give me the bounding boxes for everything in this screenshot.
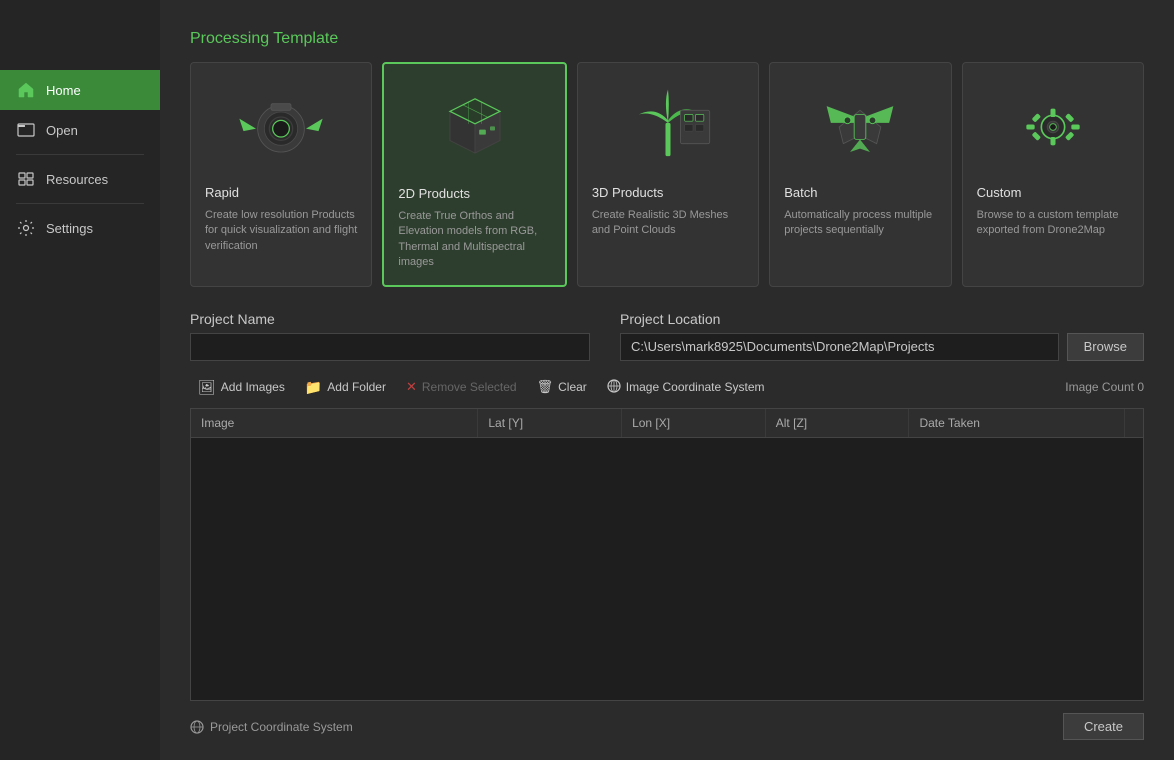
- project-name-group: Project Name: [190, 311, 590, 361]
- table-header: Image Lat [Y] Lon [X] Alt [Z] Date Taken: [191, 409, 1143, 438]
- rapid-icon-area: [205, 77, 357, 177]
- 3d-card-title: 3D Products: [592, 185, 744, 200]
- sidebar: Home Open Resources: [0, 0, 160, 760]
- project-coordinate-label: Project Coordinate System: [210, 720, 353, 734]
- browse-button[interactable]: Browse: [1067, 333, 1144, 361]
- sidebar-divider: [16, 154, 144, 155]
- processing-template-title: Processing Template: [190, 30, 1144, 48]
- clear-button[interactable]: 🗑 Clear: [529, 375, 595, 399]
- add-images-icon: 🖼: [198, 379, 216, 396]
- globe-icon: [607, 379, 621, 396]
- sidebar-item-settings-label: Settings: [46, 221, 93, 236]
- main-content: Processing Template: [160, 0, 1174, 760]
- add-folder-icon: 📁: [305, 379, 322, 396]
- coordinate-system-label: Image Coordinate System: [626, 380, 765, 394]
- image-count-value: 0: [1137, 380, 1144, 394]
- project-location-input[interactable]: [620, 333, 1059, 361]
- template-card-3d[interactable]: 3D Products Create Realistic 3D Meshes a…: [577, 62, 759, 287]
- project-location-label: Project Location: [620, 311, 1144, 327]
- 2d-card-title: 2D Products: [398, 186, 550, 201]
- processing-template-section: Processing Template: [190, 30, 1144, 311]
- column-date: Date Taken: [909, 409, 1125, 437]
- project-coordinate-system[interactable]: Project Coordinate System: [190, 720, 353, 734]
- column-lon: Lon [X]: [622, 409, 766, 437]
- rapid-card-title: Rapid: [205, 185, 357, 200]
- sidebar-item-open-label: Open: [46, 123, 78, 138]
- rapid-card-desc: Create low resolution Products for quick…: [205, 208, 357, 254]
- image-count: Image Count 0: [1065, 380, 1144, 394]
- footer: Project Coordinate System Create: [190, 713, 1144, 740]
- remove-icon: ✕: [406, 379, 417, 395]
- image-table: Image Lat [Y] Lon [X] Alt [Z] Date Taken: [190, 408, 1144, 701]
- column-lat: Lat [Y]: [478, 409, 622, 437]
- project-name-label: Project Name: [190, 311, 590, 327]
- settings-icon: [16, 218, 36, 238]
- batch-icon-area: [784, 77, 936, 177]
- add-images-button[interactable]: 🖼 Add Images: [190, 375, 293, 400]
- remove-selected-button[interactable]: ✕ Remove Selected: [398, 375, 525, 399]
- template-card-2d[interactable]: 2D Products Create True Orthos and Eleva…: [382, 62, 566, 287]
- project-row: Project Name Project Location Browse: [190, 311, 1144, 361]
- 2d-card-desc: Create True Orthos and Elevation models …: [398, 209, 550, 271]
- sidebar-divider-2: [16, 203, 144, 204]
- resources-icon: [16, 169, 36, 189]
- 2d-icon-area: [398, 78, 550, 178]
- sidebar-item-resources-label: Resources: [46, 172, 108, 187]
- table-body[interactable]: [191, 438, 1143, 700]
- create-button[interactable]: Create: [1063, 713, 1144, 740]
- remove-selected-label: Remove Selected: [422, 380, 517, 394]
- clear-icon: 🗑: [537, 379, 554, 395]
- add-images-label: Add Images: [221, 380, 285, 394]
- location-row: Browse: [620, 333, 1144, 361]
- sidebar-item-settings[interactable]: Settings: [0, 208, 160, 248]
- home-icon: [16, 80, 36, 100]
- template-card-batch[interactable]: Batch Automatically process multiple pro…: [769, 62, 951, 287]
- template-card-rapid[interactable]: Rapid Create low resolution Products for…: [190, 62, 372, 287]
- add-folder-label: Add Folder: [327, 380, 386, 394]
- coordinate-globe-icon: [190, 720, 204, 734]
- open-icon: [16, 120, 36, 140]
- add-folder-button[interactable]: 📁 Add Folder: [297, 375, 394, 400]
- 3d-card-desc: Create Realistic 3D Meshes and Point Clo…: [592, 208, 744, 239]
- custom-icon-area: [977, 77, 1129, 177]
- clear-label: Clear: [558, 380, 587, 394]
- custom-card-title: Custom: [977, 185, 1129, 200]
- sidebar-item-open[interactable]: Open: [0, 110, 160, 150]
- custom-card-desc: Browse to a custom template exported fro…: [977, 208, 1129, 239]
- template-grid: Rapid Create low resolution Products for…: [190, 62, 1144, 287]
- 3d-icon-area: [592, 77, 744, 177]
- batch-card-desc: Automatically process multiple projects …: [784, 208, 936, 239]
- project-location-group: Project Location Browse: [620, 311, 1144, 361]
- image-toolbar: 🖼 Add Images 📁 Add Folder ✕ Remove Selec…: [190, 375, 1144, 400]
- column-alt: Alt [Z]: [766, 409, 910, 437]
- scrollbar-header: [1125, 409, 1144, 437]
- image-count-label: Image Count: [1065, 380, 1134, 394]
- sidebar-item-home[interactable]: Home: [0, 70, 160, 110]
- image-coordinate-button[interactable]: Image Coordinate System: [599, 375, 773, 400]
- sidebar-item-home-label: Home: [46, 83, 81, 98]
- template-card-custom[interactable]: Custom Browse to a custom template expor…: [962, 62, 1144, 287]
- batch-card-title: Batch: [784, 185, 936, 200]
- project-name-input[interactable]: [190, 333, 590, 361]
- column-image: Image: [191, 409, 478, 437]
- sidebar-item-resources[interactable]: Resources: [0, 159, 160, 199]
